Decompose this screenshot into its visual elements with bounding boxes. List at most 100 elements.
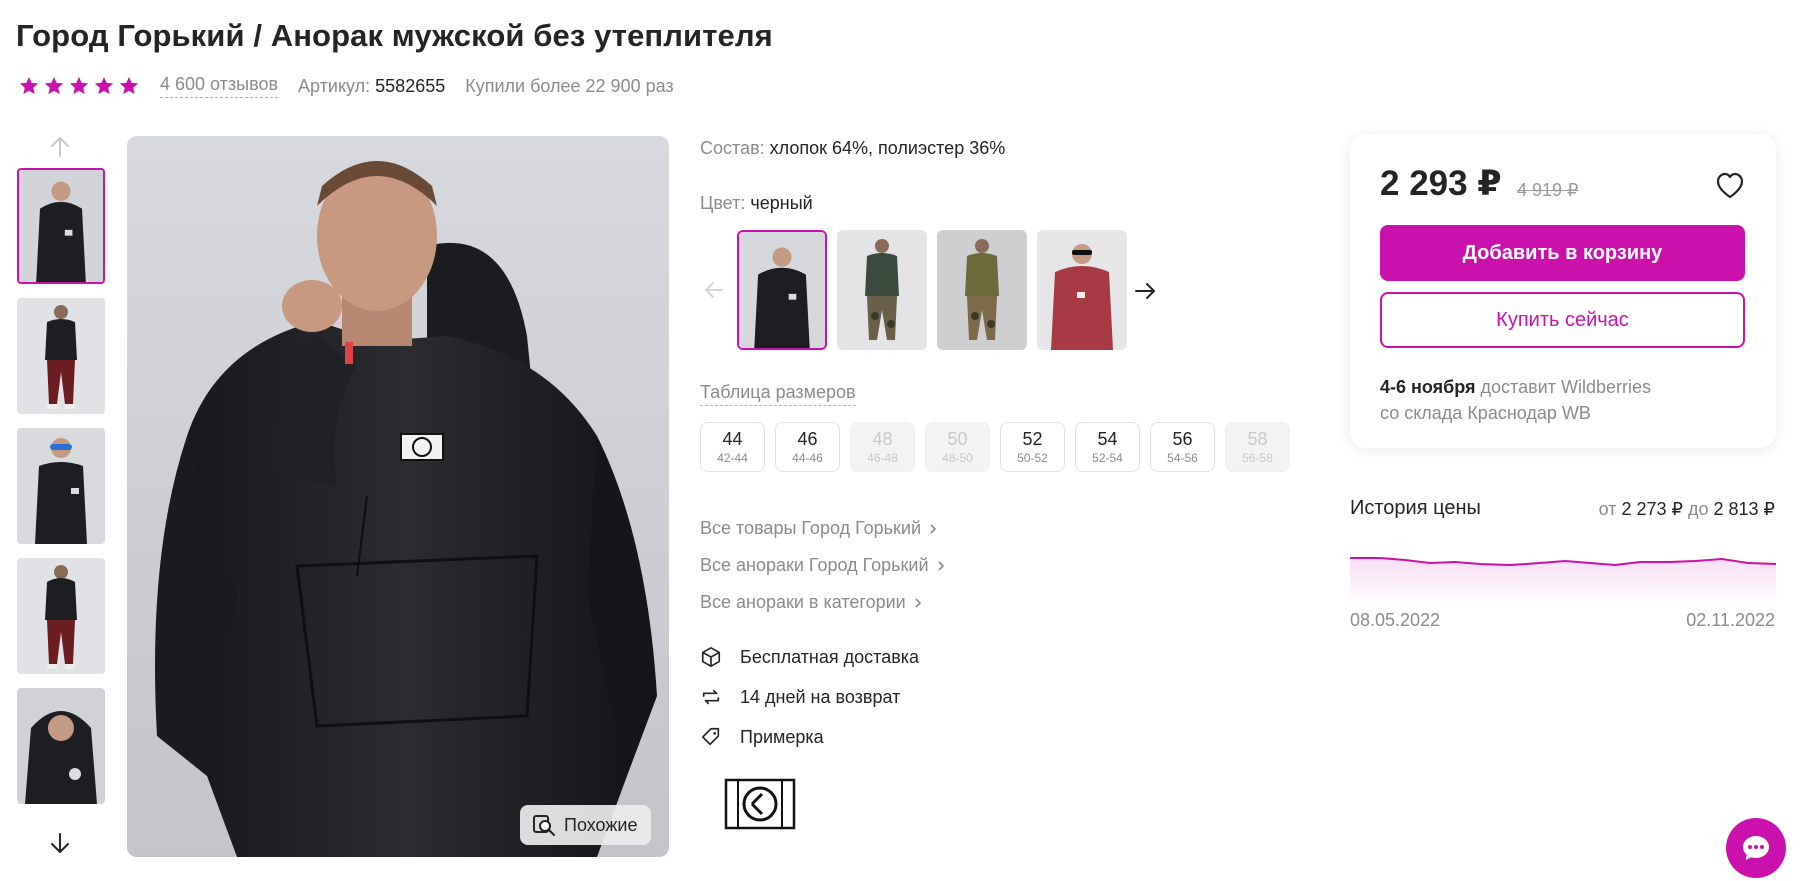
range-from-label: от xyxy=(1598,499,1617,519)
size-number: 52 xyxy=(1022,429,1043,449)
thumbnail-image xyxy=(17,688,105,804)
color-image xyxy=(1037,230,1127,350)
size-table-link[interactable]: Таблица размеров xyxy=(700,382,856,406)
color-label: Цвет: xyxy=(700,193,746,213)
search-similar-icon xyxy=(533,815,555,836)
star-icon xyxy=(44,76,64,95)
reviews-link[interactable]: 4 600 отзывов xyxy=(160,74,279,98)
size-option[interactable]: 54 52-54 xyxy=(1075,422,1140,472)
size-option[interactable]: 58 56-58 xyxy=(1225,422,1290,472)
price-history-start-date: 08.05.2022 xyxy=(1350,610,1441,630)
price-history-title: История цены xyxy=(1350,497,1481,519)
size-range: 48-50 xyxy=(942,451,973,465)
star-icon xyxy=(19,76,39,95)
size-number: 50 xyxy=(947,429,968,449)
thumbnail-3[interactable] xyxy=(17,428,105,544)
thumbnail-5[interactable] xyxy=(17,688,105,804)
color-option-red[interactable] xyxy=(1037,230,1127,350)
link-all-brand-products[interactable]: Все товары Город Горький xyxy=(700,518,939,539)
thumbnail-image xyxy=(17,298,105,414)
buy-now-button[interactable]: Купить сейчас xyxy=(1380,292,1745,348)
box-icon xyxy=(701,647,721,667)
arrow-right-icon[interactable] xyxy=(1130,276,1160,306)
price: 2 293 ₽ xyxy=(1380,164,1502,203)
price-history-end-date: 02.11.2022 xyxy=(1686,610,1775,630)
size-option[interactable]: 46 44-46 xyxy=(775,422,840,472)
feature-fitting: Примерка xyxy=(700,726,824,748)
chevron-right-icon xyxy=(915,597,921,608)
bought-count: Купили более 22 900 раз xyxy=(465,75,674,96)
size-option[interactable]: 48 46-48 xyxy=(850,422,915,472)
link-label: Все товары Город Горький xyxy=(700,518,922,538)
chat-icon xyxy=(1743,836,1769,860)
feature-return: 14 дней на возврат xyxy=(700,686,900,708)
feature-label: Примерка xyxy=(740,726,824,747)
size-number: 58 xyxy=(1247,429,1268,449)
color-option-green[interactable] xyxy=(837,230,927,350)
link-label: Все анораки Город Горький xyxy=(700,555,929,575)
composition-label: Состав: xyxy=(700,138,765,158)
article-label: Артикул: xyxy=(298,75,371,96)
heart-icon[interactable] xyxy=(1714,170,1746,200)
size-number: 54 xyxy=(1097,429,1118,449)
size-option[interactable]: 56 54-56 xyxy=(1150,422,1215,472)
size-range: 50-52 xyxy=(1017,451,1048,465)
composition-value: хлопок 64%, полиэстер 36% xyxy=(769,138,1006,158)
size-range: 42-44 xyxy=(717,451,748,465)
arrow-up-icon[interactable] xyxy=(45,132,75,162)
product-meta: 4 600 отзывов Артикул: 5582655 Купили бо… xyxy=(18,74,674,98)
size-number: 44 xyxy=(722,429,743,449)
thumbnail-image xyxy=(17,428,105,544)
similar-button[interactable]: Похожие xyxy=(520,805,652,845)
size-list: 44 42-44 46 44-46 48 46-48 50 48-50 52 50-52 … xyxy=(700,422,1290,472)
size-number: 46 xyxy=(797,429,818,449)
color-image xyxy=(837,230,927,350)
delivery-date: 4-6 ноября xyxy=(1380,377,1476,397)
return-icon xyxy=(702,689,720,705)
feature-free-delivery: Бесплатная доставка xyxy=(700,646,919,668)
color-value: черный xyxy=(750,193,813,213)
size-range: 56-58 xyxy=(1242,451,1273,465)
arrow-left-icon[interactable] xyxy=(700,276,728,304)
size-range: 44-46 xyxy=(792,451,823,465)
range-max: 2 813 ₽ xyxy=(1713,499,1776,519)
size-option[interactable]: 50 48-50 xyxy=(925,422,990,472)
price-history-chart[interactable] xyxy=(1350,545,1776,605)
product-image xyxy=(127,136,669,857)
star-icon xyxy=(119,76,139,95)
color-info: Цвет: черный xyxy=(700,193,813,214)
main-product-photo[interactable] xyxy=(127,136,669,857)
size-number: 48 xyxy=(872,429,893,449)
link-label: Все анораки в категории xyxy=(700,592,906,612)
size-range: 46-48 xyxy=(867,451,898,465)
size-option[interactable]: 52 50-52 xyxy=(1000,422,1065,472)
color-option-olive[interactable] xyxy=(937,230,1027,350)
feature-label: Бесплатная доставка xyxy=(740,646,920,667)
brand-logo[interactable] xyxy=(724,778,796,830)
thumbnail-4[interactable] xyxy=(17,558,105,674)
chat-button[interactable] xyxy=(1726,818,1786,878)
chevron-right-icon xyxy=(930,523,937,534)
delivery-from: со склада Краснодар WB xyxy=(1380,403,1591,423)
star-icon xyxy=(94,76,114,95)
color-option-black[interactable] xyxy=(737,230,827,350)
link-category-anoraks[interactable]: Все анораки в категории xyxy=(700,592,924,613)
product-title: Город Горький / Анорак мужской без утепл… xyxy=(16,18,773,53)
delivery-by: доставит Wildberries xyxy=(1480,377,1651,397)
size-range: 54-56 xyxy=(1167,451,1198,465)
tag-icon xyxy=(701,727,720,746)
thumbnail-1[interactable] xyxy=(17,168,105,284)
size-option[interactable]: 44 42-44 xyxy=(700,422,765,472)
arrow-down-icon[interactable] xyxy=(45,828,75,858)
article-number: 5582655 xyxy=(375,75,446,96)
chevron-right-icon xyxy=(937,560,944,571)
range-to-label: до xyxy=(1687,499,1709,519)
feature-label: 14 дней на возврат xyxy=(740,686,901,707)
old-price: 4 919 ₽ xyxy=(1517,180,1579,200)
link-brand-anoraks[interactable]: Все анораки Город Горький xyxy=(700,555,947,576)
buy-card: 2 293 ₽ 4 919 ₽ Добавить в корзину Купит… xyxy=(1350,134,1776,448)
add-to-cart-button[interactable]: Добавить в корзину xyxy=(1380,225,1745,281)
thumbnail-2[interactable] xyxy=(17,298,105,414)
thumbnail-image xyxy=(19,170,103,282)
color-image xyxy=(937,230,1027,350)
